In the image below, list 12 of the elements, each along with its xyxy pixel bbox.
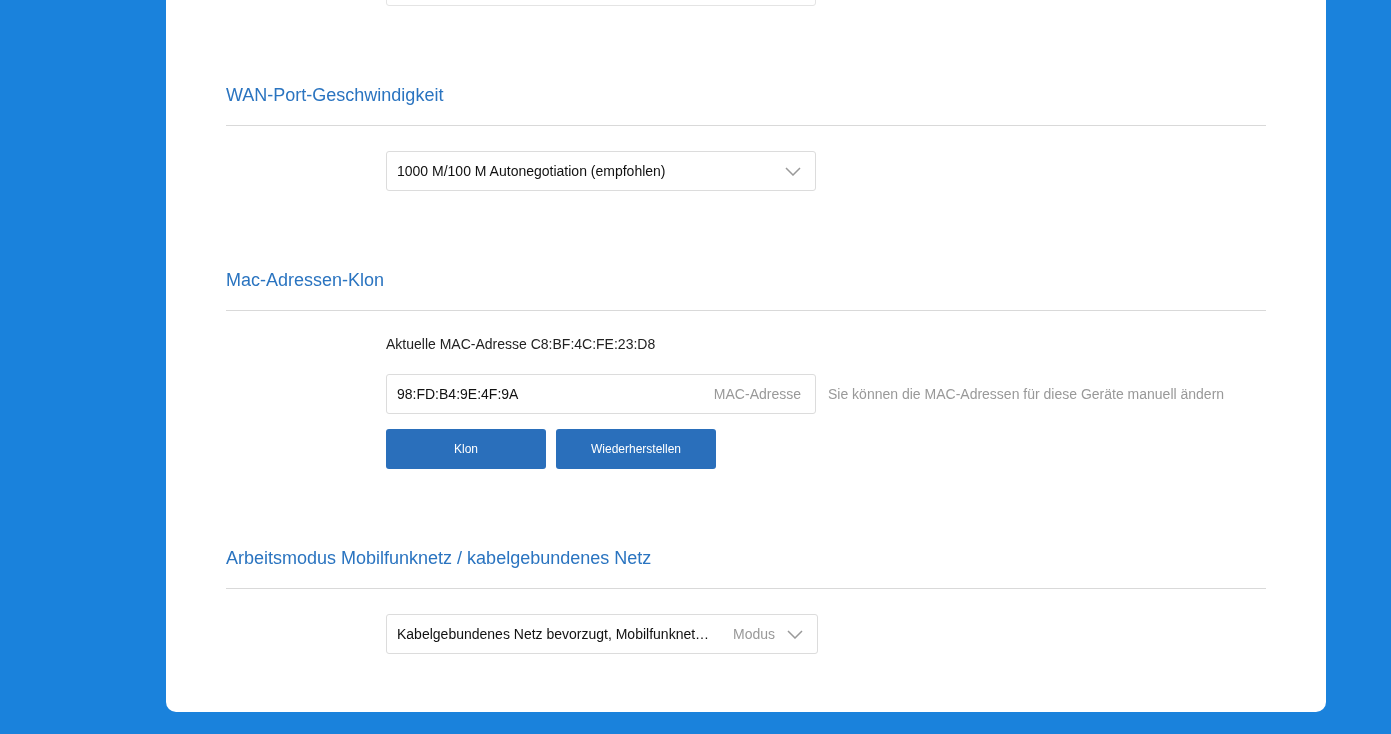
section-heading: Arbeitsmodus Mobilfunknetz / kabelgebundenes Netz (226, 547, 653, 569)
dropdown[interactable]: Kabelgebundenes Netz bevorzugt, Mobilfunknet… Modus (386, 614, 818, 654)
chevron-down-icon (785, 166, 801, 176)
section-heading: Mac-Adressen-Klon (226, 269, 386, 291)
current-mac-text: Aktuelle MAC-Adresse C8:BF:4C:FE:23:D8 (386, 336, 657, 352)
section-heading: WAN-Port-Geschwindigkeit (226, 84, 445, 106)
action-button[interactable]: Klon (386, 429, 546, 469)
chevron-down-icon (787, 629, 803, 639)
dropdown[interactable]: 1000 M/100 M Autonegotiation (empfohlen) (386, 151, 816, 191)
action-button[interactable]: Wiederherstellen (556, 429, 716, 469)
mac-input-field[interactable]: 98:FD:B4:9E:4F:9A MAC-Adresse (386, 374, 816, 414)
hint-text: Sie können die MAC-Adressen für diese Geräte manuell ändern (828, 386, 1225, 402)
